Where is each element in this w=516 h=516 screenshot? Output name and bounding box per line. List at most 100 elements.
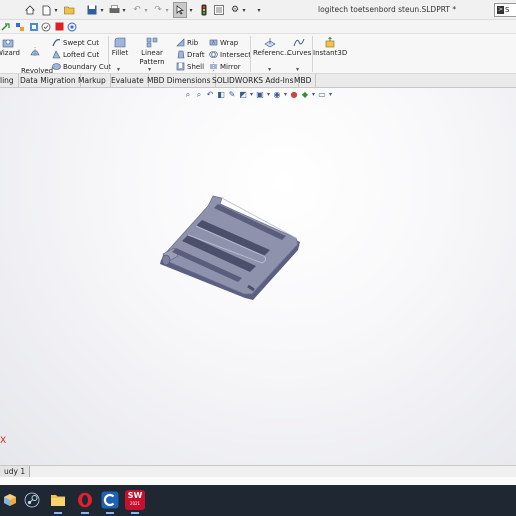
- reference-geometry-label: Referenc...: [253, 49, 291, 57]
- reference-geometry-button[interactable]: Referenc...: [253, 37, 291, 58]
- wrap-label: Wrap: [220, 38, 239, 47]
- shell-label: Shell: [187, 62, 205, 71]
- dynamic-annotation-icon[interactable]: ✎: [227, 90, 237, 100]
- zoom-to-fit-icon[interactable]: ⌕: [183, 90, 193, 100]
- view-orientation-icon[interactable]: ◩: [238, 90, 248, 100]
- folder-icon: [51, 495, 65, 506]
- chevron-down-icon[interactable]: ▾: [311, 90, 316, 100]
- command-manager-tabs: ling Data Migration Markup Evaluate MBD …: [0, 74, 516, 88]
- check-circle-icon[interactable]: [40, 21, 51, 32]
- swept-cut-button[interactable]: Swept Cut: [52, 38, 99, 47]
- mirror-button[interactable]: Mirror: [209, 62, 241, 71]
- search-text: S: [505, 6, 510, 14]
- opera-icon: [78, 492, 92, 508]
- chevron-down-icon[interactable]: ▾: [249, 90, 254, 100]
- opera-taskbar-button[interactable]: [75, 490, 95, 514]
- intersect-button[interactable]: Intersect: [209, 50, 251, 59]
- chevron-down-icon[interactable]: ▾: [266, 90, 271, 100]
- draft-icon: [177, 50, 185, 59]
- feature-arrow-icon[interactable]: [0, 21, 11, 32]
- mirror-icon: [210, 62, 217, 71]
- tab-data-migration[interactable]: Data Migration: [16, 74, 81, 88]
- steam-taskbar-button[interactable]: [22, 490, 42, 510]
- chevron-down-icon[interactable]: ▾: [296, 66, 299, 73]
- feature-tree-icon[interactable]: [28, 21, 39, 32]
- chevron-down-icon[interactable]: ▾: [164, 2, 170, 18]
- undo-icon[interactable]: ↶: [131, 2, 143, 18]
- status-bar: [0, 477, 516, 485]
- chevron-down-icon[interactable]: ▾: [328, 90, 333, 100]
- fillet-label: Fillet: [111, 49, 129, 57]
- chevron-down-icon[interactable]: ▾: [241, 2, 247, 18]
- color-swatch-icon[interactable]: [54, 21, 65, 32]
- hole-wizard-button[interactable]: Wizard: [0, 37, 22, 58]
- tab-solidworks-addins[interactable]: SOLIDWORKS Add-Ins: [208, 74, 299, 88]
- linear-pattern-label: Linear Pattern: [139, 49, 165, 66]
- draft-button[interactable]: Draft: [176, 50, 205, 59]
- chevron-down-icon[interactable]: ▾: [99, 2, 105, 18]
- display-style-icon[interactable]: ▣: [255, 90, 265, 100]
- edit-appearance-icon[interactable]: ●: [289, 90, 299, 100]
- home-icon[interactable]: [24, 2, 36, 18]
- cura-taskbar-button[interactable]: [100, 490, 120, 514]
- tab-mbd[interactable]: MBD: [290, 74, 317, 88]
- hole-wizard-icon: [2, 39, 14, 48]
- save-icon[interactable]: [86, 2, 98, 18]
- curves-button[interactable]: Curves: [287, 37, 311, 58]
- chevron-down-icon[interactable]: ▾: [188, 2, 194, 18]
- file-explorer-taskbar-button[interactable]: [48, 490, 68, 514]
- new-document-icon[interactable]: [40, 2, 52, 18]
- tab-markup[interactable]: Markup: [74, 74, 111, 88]
- title-bar: ▾ ▾ ▾ ↶ ▾ ↷ ▾ ▾ ⚙ ▾ ▾ logitech toetsenbo…: [0, 0, 516, 20]
- chevron-down-icon[interactable]: ▾: [256, 2, 262, 18]
- gear-icon[interactable]: ⚙: [229, 2, 241, 18]
- instant3d-label: Instant3D: [313, 49, 348, 57]
- print-icon[interactable]: [108, 2, 120, 18]
- chevron-down-icon[interactable]: ▾: [148, 66, 151, 73]
- tab-mbd-dimensions[interactable]: MBD Dimensions: [143, 74, 216, 88]
- view-settings-icon[interactable]: ▭: [317, 90, 327, 100]
- part-hinge-end: [161, 254, 171, 266]
- wrap-icon: A: [209, 39, 218, 46]
- redo-icon[interactable]: ↷: [152, 2, 164, 18]
- rib-label: Rib: [187, 38, 199, 47]
- traffic-light-icon[interactable]: [199, 2, 209, 18]
- chevron-down-icon[interactable]: ▾: [268, 66, 271, 73]
- open-folder-icon[interactable]: [63, 2, 75, 18]
- chevron-down-icon[interactable]: ▾: [53, 2, 59, 18]
- chevron-down-icon[interactable]: ▾: [143, 2, 149, 18]
- svg-text:A: A: [212, 40, 215, 45]
- curves-icon: [293, 38, 305, 47]
- wrap-button[interactable]: A Wrap: [209, 38, 238, 47]
- apply-scene-icon[interactable]: ◆: [300, 90, 310, 100]
- zoom-to-area-icon[interactable]: ⌕: [194, 90, 204, 100]
- rib-button[interactable]: Rib: [176, 38, 198, 47]
- chevron-down-icon[interactable]: ▾: [117, 66, 120, 73]
- command-search-input[interactable]: > S: [494, 3, 516, 17]
- swept-cut-icon: [52, 39, 61, 47]
- revolved-cut-icon: [30, 47, 40, 56]
- hide-show-items-icon[interactable]: ◉: [272, 90, 282, 100]
- select-cursor-icon[interactable]: [173, 2, 187, 18]
- lofted-cut-button[interactable]: Lofted Cut: [52, 50, 99, 59]
- linear-pattern-button[interactable]: Linear Pattern: [130, 37, 174, 67]
- boundary-cut-icon: [52, 63, 61, 70]
- chevron-down-icon[interactable]: ▾: [121, 2, 127, 18]
- fillet-button[interactable]: Fillet: [110, 37, 130, 58]
- assembly-icon[interactable]: [14, 21, 25, 32]
- appearance-icon[interactable]: [66, 21, 77, 32]
- taskbar-app-icon[interactable]: [0, 490, 20, 510]
- heads-up-view-toolbar: ⌕ ⌕ ↶ ◧ ✎ ◩ ▾ ▣ ▾ ◉ ▾ ● ◆ ▾ ▭ ▾: [183, 89, 334, 101]
- instant3d-button[interactable]: Instant3D: [313, 37, 347, 58]
- file-properties-icon[interactable]: [213, 2, 225, 18]
- document-title: logitech toetsenbord steun.SLDPRT *: [318, 5, 457, 14]
- chevron-down-icon[interactable]: ▾: [283, 90, 288, 100]
- model-tabs-bar: udy 1: [0, 465, 516, 478]
- part-model[interactable]: [158, 190, 308, 305]
- shell-button[interactable]: Shell: [176, 62, 204, 71]
- draft-label: Draft: [187, 50, 205, 59]
- solidworks-taskbar-button[interactable]: SW 2021: [125, 490, 145, 514]
- boundary-cut-button[interactable]: Boundary Cut: [52, 62, 111, 71]
- section-view-icon[interactable]: ◧: [216, 90, 226, 100]
- previous-view-icon[interactable]: ↶: [205, 90, 215, 100]
